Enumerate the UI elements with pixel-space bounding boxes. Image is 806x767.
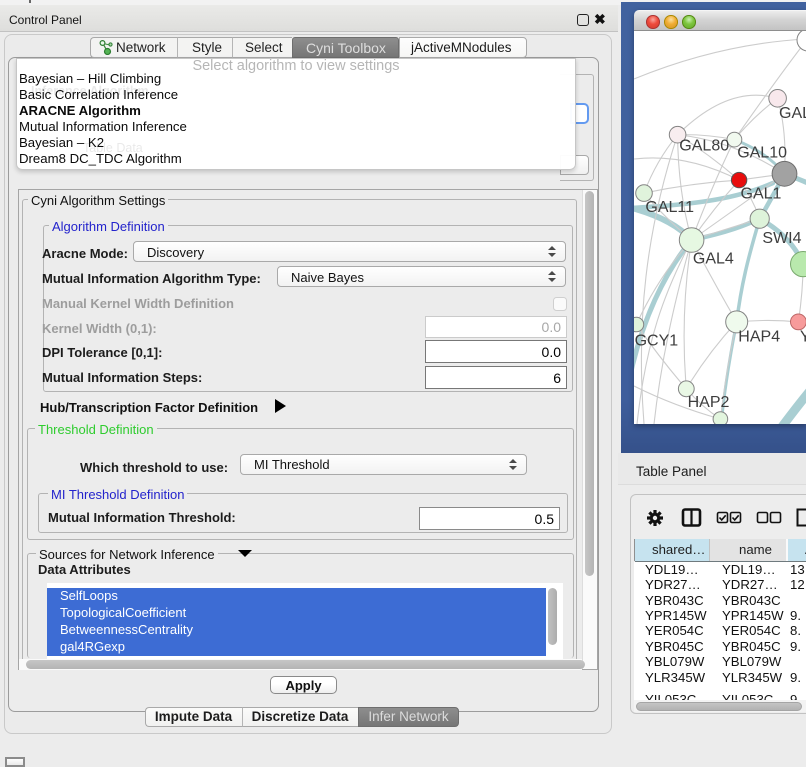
svg-text:GAL11: GAL11 [645,199,694,216]
svg-text:GCY1: GCY1 [635,333,679,350]
svg-text:HAP2: HAP2 [688,394,730,411]
svg-text:GAL1: GAL1 [741,186,782,203]
svg-text:GAL10: GAL10 [737,145,787,162]
svg-text:HAP4: HAP4 [738,329,780,346]
svg-text:GAL4: GAL4 [693,251,734,268]
svg-text:SWI4: SWI4 [762,230,801,247]
svg-text:GAL7: GAL7 [779,105,806,122]
svg-text:Y: Y [800,329,806,346]
svg-text:GAL80: GAL80 [679,137,729,154]
